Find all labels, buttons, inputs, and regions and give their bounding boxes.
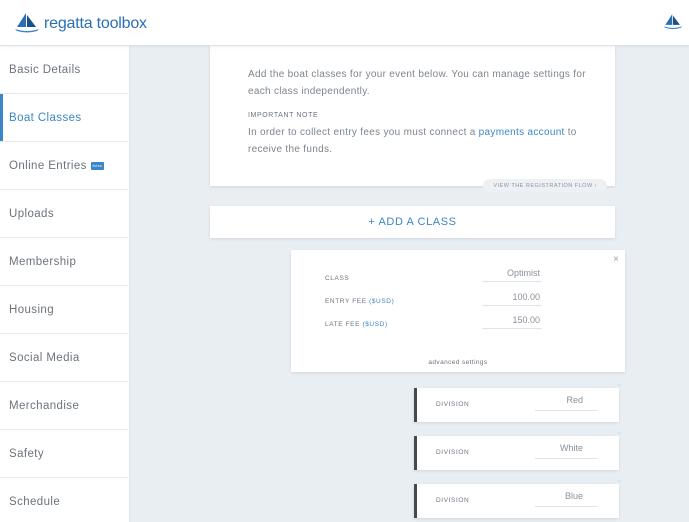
late-fee-label-text: LATE FEE [325,321,361,328]
sidebar-item-label: Membership [9,255,77,268]
main-content: Add the boat classes for your event belo… [131,46,689,522]
entry-fee-unit: ($USD) [369,298,395,305]
app-logo[interactable]: regatta toolbox [14,12,147,36]
sidebar-item-label: Schedule [9,496,61,508]
top-bar: regatta toolbox [0,0,689,46]
division-card-blue: − DIVISION Blue [414,479,621,518]
class-name-input[interactable]: Optimist [482,268,542,282]
important-note-text: In order to collect entry fees you must … [248,124,593,158]
sidebar-item-label: Basic Details [9,63,81,76]
view-registration-flow-button[interactable]: VIEW THE REGISTRATION FLOW › [483,179,607,192]
sidebar-item-label: Safety [9,447,45,460]
sidebar-item-label: Boat Classes [9,111,82,124]
division-label: DIVISION [436,449,470,456]
sidebar-item-label: Merchandise [9,399,80,412]
beta-badge: beta [90,161,104,170]
division-name-input[interactable]: Blue [535,491,597,507]
sidebar-item-membership[interactable]: Membership [0,238,130,286]
sailboat-logo-icon [663,14,683,34]
late-fee-unit: ($USD) [362,321,388,328]
division-name-input[interactable]: White [535,443,597,459]
entry-fee-label: ENTRY FEE ($USD) [325,298,394,305]
sidebar-item-basic-details[interactable]: Basic Details [0,46,130,94]
important-note-heading: IMPORTANT NOTE [248,112,319,119]
sidebar-item-boat-classes[interactable]: Boat Classes [0,94,130,142]
user-menu[interactable] [663,12,683,34]
app-name: regatta toolbox [44,15,147,32]
sidebar-item-label: Online Entries [9,159,87,172]
division-name-input[interactable]: Red [535,395,597,411]
sidebar-item-safety[interactable]: Safety [0,430,130,478]
remove-division-icon[interactable]: − [617,479,621,485]
sidebar-item-schedule[interactable]: Schedule [0,478,130,522]
late-fee-label: LATE FEE ($USD) [325,321,388,328]
sidebar-item-label: Housing [9,303,54,316]
remove-division-icon[interactable]: − [617,383,621,389]
late-fee-input[interactable]: 150.00 [482,315,542,329]
sidebar: Basic Details Boat Classes Online Entrie… [0,46,130,522]
remove-division-icon[interactable]: − [617,431,621,437]
sidebar-item-uploads[interactable]: Uploads [0,190,130,238]
payments-account-link[interactable]: payments account [479,127,565,138]
sidebar-item-merchandise[interactable]: Merchandise [0,382,130,430]
note-text-before: In order to collect entry fees you must … [248,127,479,138]
division-label: DIVISION [436,401,470,408]
close-icon[interactable]: × [613,254,619,265]
sidebar-item-label: Social Media [9,351,80,364]
intro-card: Add the boat classes for your event belo… [210,46,615,192]
advanced-settings-link[interactable]: advanced settings [291,359,625,366]
division-card-white: − DIVISION White [414,431,621,470]
division-card-red: − DIVISION Red [414,383,621,422]
class-label: CLASS [325,275,350,282]
entry-fee-input[interactable]: 100.00 [482,292,542,306]
add-class-button[interactable]: + ADD A CLASS [210,206,615,238]
sidebar-item-label: Uploads [9,207,54,220]
division-label: DIVISION [436,497,470,504]
sidebar-item-online-entries[interactable]: Online Entries beta [0,142,130,190]
sidebar-item-social-media[interactable]: Social Media [0,334,130,382]
entry-fee-label-text: ENTRY FEE [325,298,367,305]
intro-text: Add the boat classes for your event belo… [248,69,586,97]
class-card: × CLASS Optimist ENTRY FEE ($USD) 100.00… [291,250,625,372]
sidebar-item-housing[interactable]: Housing [0,286,130,334]
sailboat-logo-icon [14,11,40,38]
